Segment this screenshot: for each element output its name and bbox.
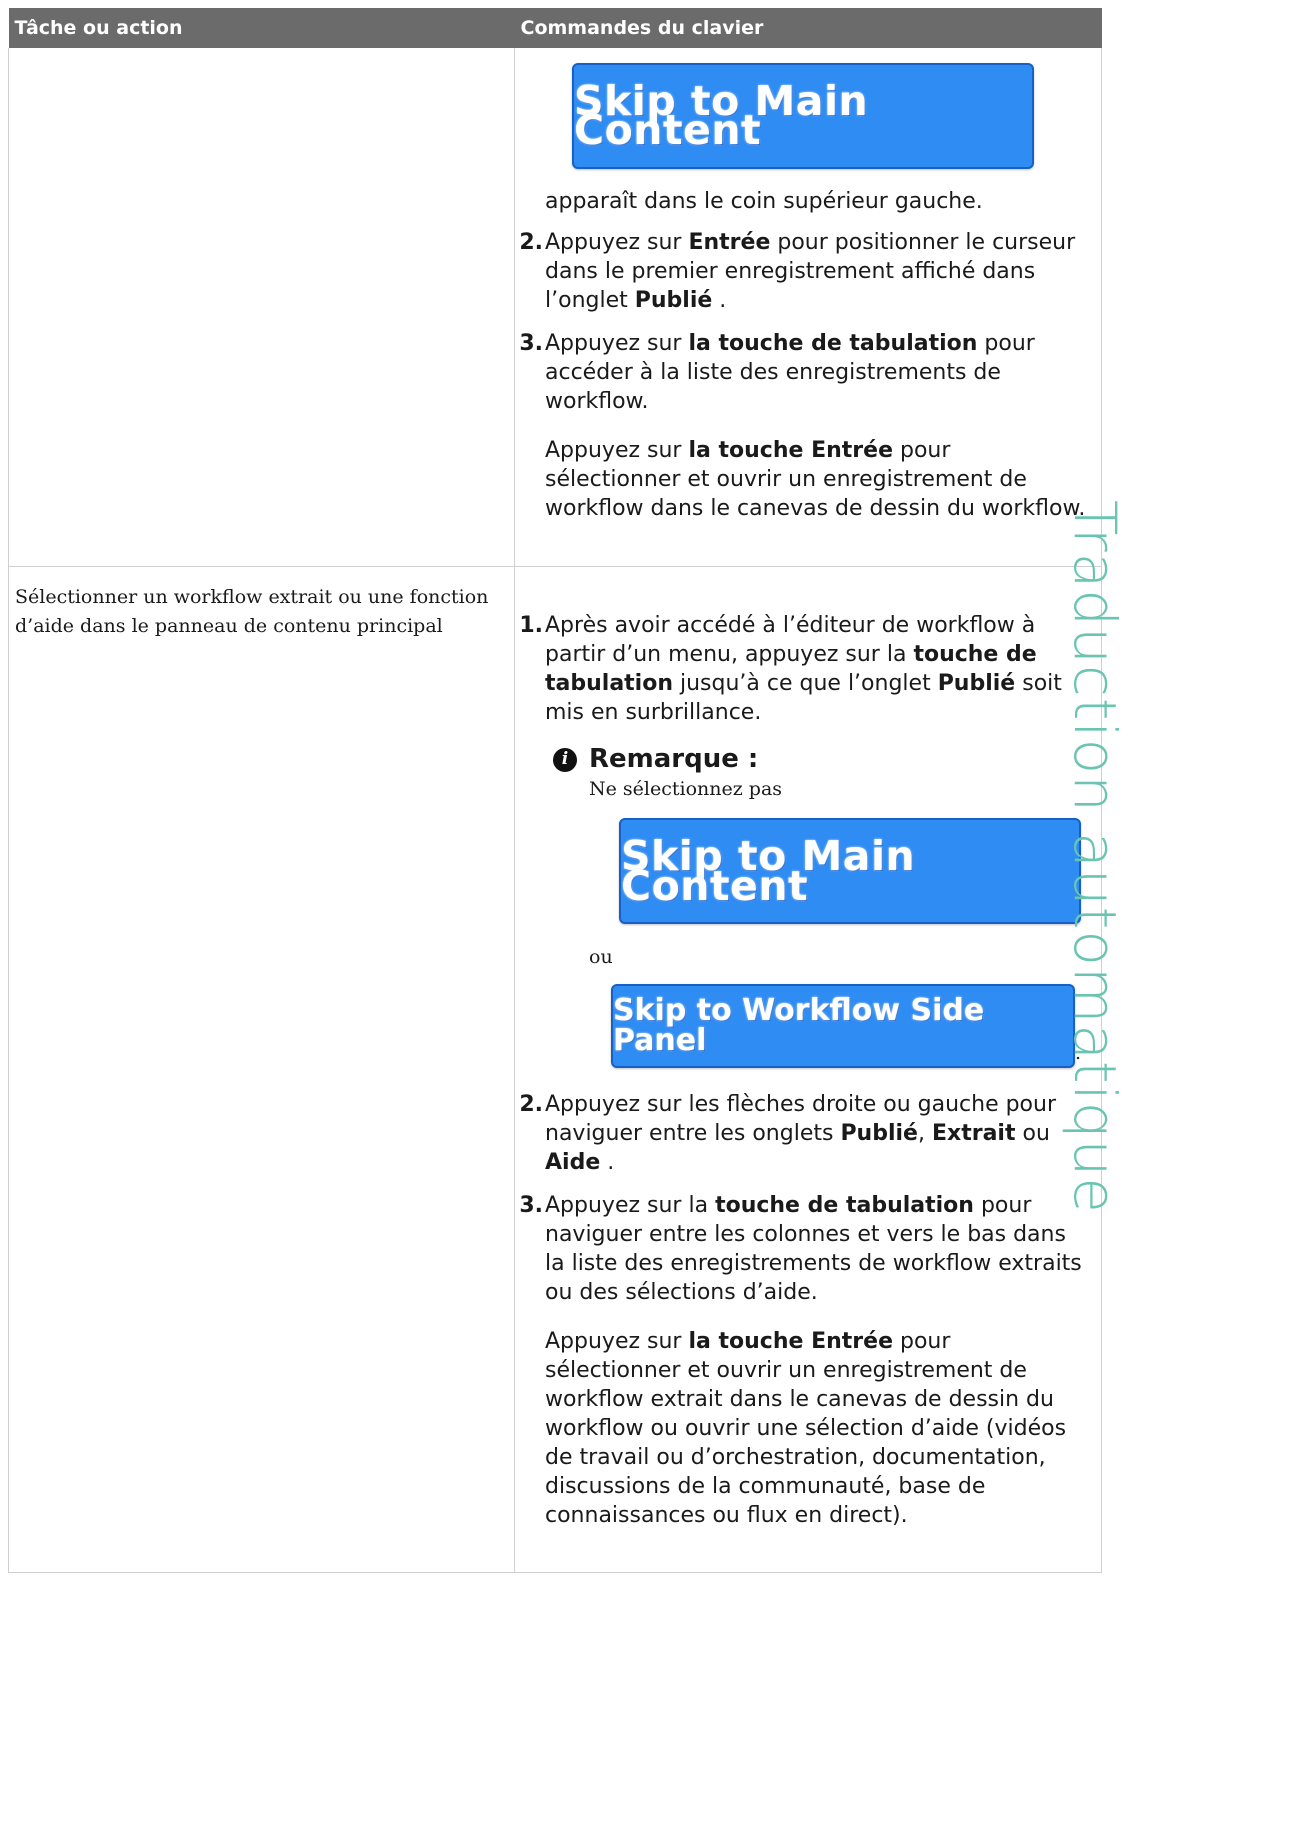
step-paragraph: Appuyez sur la touche Entrée pour sélect… [545,1329,1067,1528]
table-header-row: Tâche ou action Commandes du clavier [8,8,1102,48]
skip-to-main-content-image: Skip to Main Content [572,63,1034,169]
step-number: 2. [519,230,543,255]
or-text: ou [589,946,613,968]
header-commands: Commandes du clavier [514,8,1102,48]
list-item: 2. Appuyez sur Entrée pour positionner l… [515,228,1101,315]
task-cell: Sélectionner un workflow extrait ou une … [8,566,515,1573]
list-item: 1. Après avoir accédé à l’éditeur de wor… [515,611,1101,1068]
list-item: 3. Appuyez sur la touche de tabulation p… [515,1191,1101,1530]
step-list: 1. Après avoir accédé à l’éditeur de wor… [515,611,1101,1530]
step-number: 3. [519,331,543,356]
commands-cell: 1. Après avoir accédé à l’éditeur de wor… [514,566,1102,1573]
step-number: 3. [519,1193,543,1218]
keyboard-commands-table: Tâche ou action Commandes du clavier Ski… [8,8,1102,1573]
step-text: Après avoir accédé à l’éditeur de workfl… [545,611,1101,1068]
watermark-text: Traduction automatique [1061,500,1129,1214]
step-text: Appuyez sur Entrée pour positionner le c… [545,230,1076,313]
step-text: Appuyez sur la touche de tabulation pour… [545,329,1101,523]
list-item: 2. Appuyez sur les flèches droite ou gau… [515,1090,1101,1177]
step-list: 2. Appuyez sur Entrée pour positionner l… [515,228,1101,523]
skip-to-workflow-side-panel-image: Skip to Workflow Side Panel [611,984,1075,1068]
step-number: 2. [519,1092,543,1117]
skip-to-main-content-image: Skip to Main Content [619,818,1081,924]
step-text: Appuyez sur les flèches droite ou gauche… [545,1092,1057,1175]
watermark: Traduction automatique [1061,500,1129,1214]
task-cell [8,48,515,567]
table-row: Skip to Main Content apparaît dans le co… [8,48,1102,567]
task-text [9,48,514,64]
step-paragraph: Appuyez sur la touche Entrée pour sélect… [545,438,1086,521]
task-text: Sélectionner un workflow extrait ou une … [15,586,489,637]
note-box: i Remarque : Ne sélectionnez pas Skip to… [553,745,1091,1068]
commands-cell: Skip to Main Content apparaît dans le co… [514,48,1102,567]
list-item: 3. Appuyez sur la touche de tabulation p… [515,329,1101,523]
info-icon: i [553,747,577,772]
step-number: 1. [519,613,543,638]
step-text: Appuyez sur la touche de tabulation pour… [545,1191,1101,1530]
table-row: Sélectionner un workflow extrait ou une … [8,566,1102,1573]
note-title: Remarque : [589,744,759,774]
header-task: Tâche ou action [8,8,515,48]
note-text: Ne sélectionnez pas [589,778,783,800]
lead-text: apparaît dans le coin supérieur gauche. [545,189,983,214]
